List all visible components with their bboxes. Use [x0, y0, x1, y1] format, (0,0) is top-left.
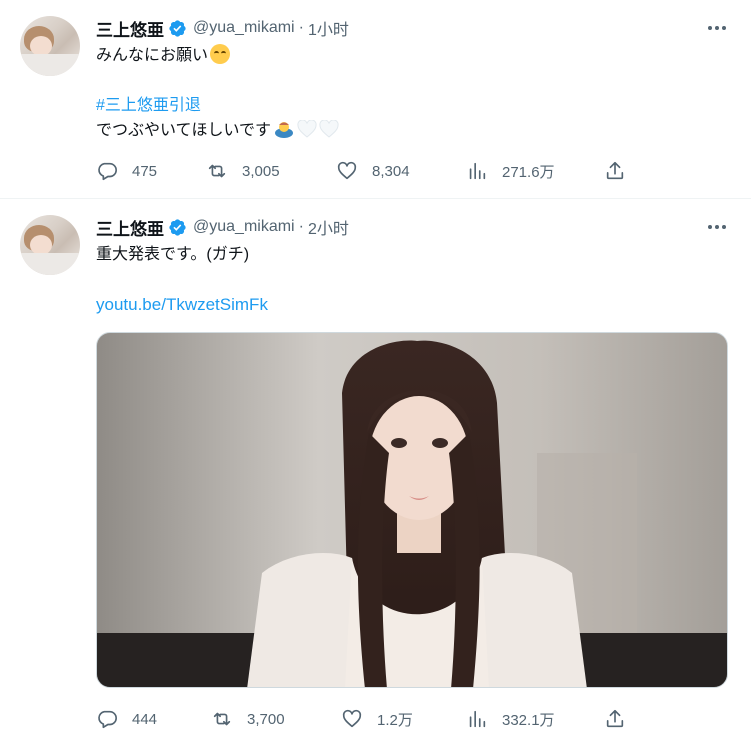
user-handle[interactable]: @yua_mikami [193, 218, 295, 236]
verified-badge-icon [168, 218, 187, 237]
reply-button[interactable]: 475 [96, 156, 157, 186]
views-icon [469, 710, 486, 728]
like-button[interactable]: 1.2万 [341, 704, 413, 734]
video-thumbnail-image [97, 333, 727, 687]
user-handle[interactable]: @yua_mikami [193, 19, 295, 37]
retweet-button[interactable]: 3,700 [211, 704, 285, 734]
share-button[interactable] [604, 156, 626, 186]
display-name[interactable]: 三上悠亜 [96, 215, 164, 240]
like-button[interactable]: 8,304 [336, 156, 410, 186]
tweet-header: 三上悠亜 @yua_mikami · 1小时 [96, 16, 349, 40]
bowing-person-emoji-icon [273, 119, 295, 139]
more-options-icon[interactable] [707, 18, 727, 38]
views-icon [469, 162, 486, 180]
like-count: 1.2万 [377, 711, 413, 729]
retweet-icon [213, 712, 231, 726]
views-button[interactable]: 332.1万 [466, 704, 555, 734]
like-icon [342, 709, 362, 728]
separator-dot: · [298, 218, 304, 235]
tweet-2[interactable]: 三上悠亜 @yua_mikami · 2小时 重大発表です。(ガチ) youtu… [0, 199, 751, 741]
retweet-button[interactable]: 3,005 [206, 156, 280, 186]
views-count: 271.6万 [502, 163, 555, 181]
like-icon [337, 161, 357, 180]
views-count: 332.1万 [502, 711, 555, 729]
media-image[interactable] [96, 332, 728, 688]
avatar[interactable] [20, 16, 80, 76]
tweet-actions: 444 3,700 1.2万 332.1万 [96, 704, 636, 734]
reply-count: 444 [132, 710, 158, 728]
share-icon [606, 161, 624, 180]
retweet-count: 3,700 [247, 710, 285, 728]
reply-icon [98, 710, 117, 729]
timestamp[interactable]: 2小时 [308, 215, 349, 239]
tweet-1[interactable]: 三上悠亜 @yua_mikami · 1小时 みんなにお願い #三上悠亜引退 で… [0, 0, 751, 199]
avatar[interactable] [20, 215, 80, 275]
retweet-icon [208, 164, 226, 178]
share-button[interactable] [604, 704, 626, 734]
tweet-text: みんなにお願い [96, 47, 209, 64]
reply-button[interactable]: 444 [96, 704, 157, 734]
tweet-text: 重大発表です。(ガチ) [96, 246, 250, 263]
separator-dot: · [298, 19, 304, 36]
hashtag-link[interactable]: #三上悠亜引退 [96, 94, 201, 118]
reply-count: 475 [132, 162, 158, 180]
display-name[interactable]: 三上悠亜 [96, 16, 164, 41]
tweet-text: でつぶやいてほしいです [96, 122, 272, 139]
share-icon [606, 709, 624, 728]
verified-badge-icon [168, 19, 187, 38]
tweet-text-line: みんなにお願い [96, 44, 231, 68]
views-button[interactable]: 271.6万 [466, 156, 555, 186]
tweet-text-line: でつぶやいてほしいです [96, 119, 339, 143]
reply-icon [98, 162, 117, 181]
white-heart-icon [297, 120, 317, 138]
pleading-face-emoji-icon [210, 44, 231, 64]
youtube-link[interactable]: youtu.be/TkwzetSimFk [96, 293, 268, 317]
white-heart-icon [319, 120, 339, 138]
timestamp[interactable]: 1小时 [308, 16, 349, 40]
more-options-icon[interactable] [707, 217, 727, 237]
tweet-header: 三上悠亜 @yua_mikami · 2小时 [96, 215, 349, 239]
tweet-actions: 475 3,005 8,304 271.6万 [96, 156, 636, 186]
like-count: 8,304 [372, 162, 410, 180]
retweet-count: 3,005 [242, 162, 280, 180]
